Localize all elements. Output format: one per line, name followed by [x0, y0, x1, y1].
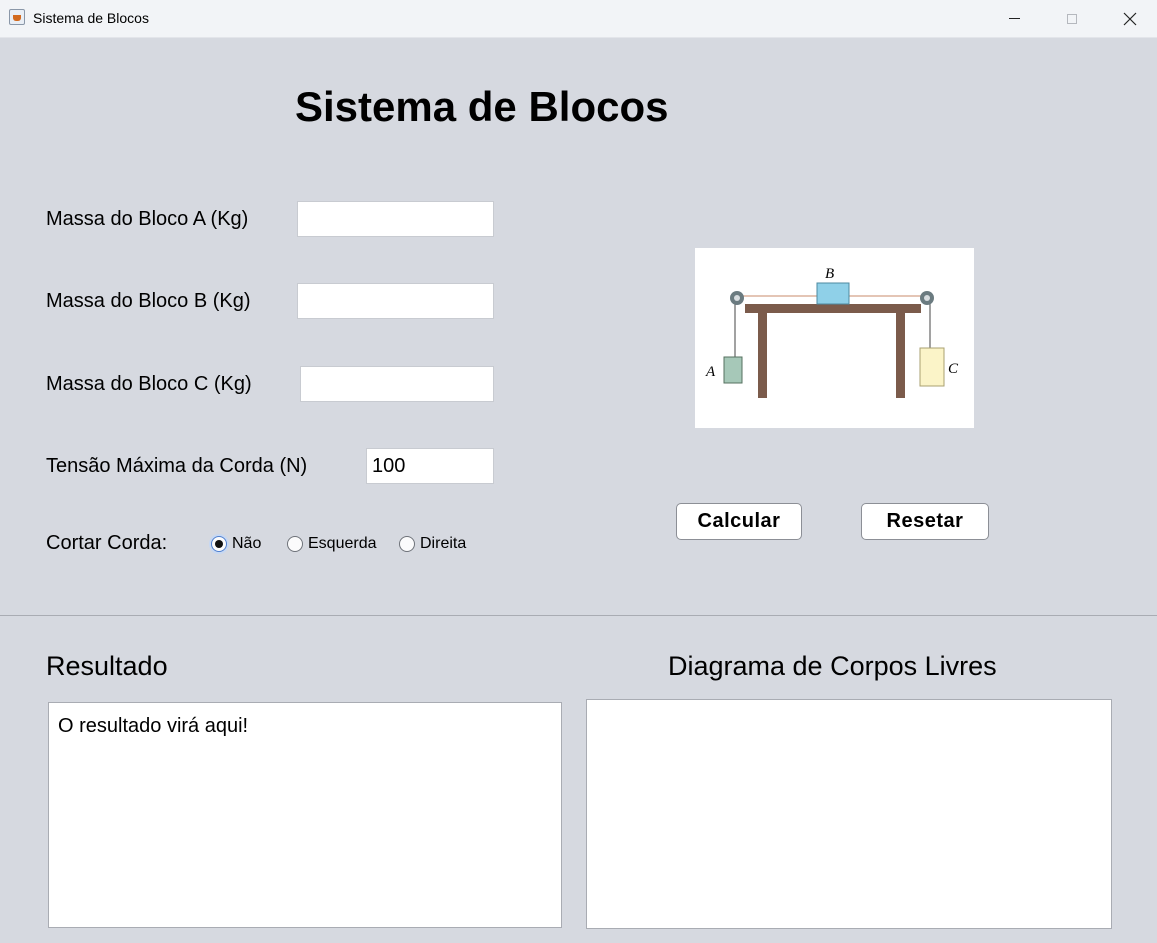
close-icon [1123, 12, 1137, 25]
maximize-icon [1067, 13, 1077, 24]
mass-a-label: Massa do Bloco A (Kg) [46, 208, 249, 230]
java-app-icon [9, 9, 25, 25]
mass-a-input[interactable] [297, 201, 494, 237]
minimize-button[interactable] [985, 0, 1043, 37]
title-bar: Sistema de Blocos [0, 0, 1157, 38]
result-text-area[interactable]: O resultado virá aqui! [48, 702, 562, 928]
result-text: O resultado virá aqui! [58, 715, 249, 737]
blocks-system-figure: B A C [695, 248, 974, 428]
radio-button-icon [211, 536, 227, 552]
tension-input[interactable] [366, 448, 494, 484]
mass-b-input[interactable] [297, 283, 494, 319]
mass-c-input[interactable] [300, 366, 494, 402]
radio-esquerda[interactable]: Esquerda [287, 535, 377, 553]
radio-button-icon [399, 536, 415, 552]
radio-nao-label: Não [232, 535, 262, 552]
window-title: Sistema de Blocos [33, 10, 149, 26]
radio-esquerda-label: Esquerda [308, 535, 377, 552]
cut-rope-label: Cortar Corda: [46, 532, 168, 554]
result-title: Resultado [46, 651, 168, 681]
blocks-diagram-image: B A C [705, 266, 959, 398]
radio-direita-label: Direita [420, 535, 467, 552]
close-button[interactable] [1101, 0, 1157, 37]
radio-nao[interactable]: Não [211, 535, 261, 553]
separator [0, 615, 1157, 616]
mass-c-label: Massa do Bloco C (Kg) [46, 373, 252, 395]
diagram-title: Diagrama de Corpos Livres [668, 651, 997, 681]
page-title: Sistema de Blocos [295, 83, 669, 130]
radio-button-icon [287, 536, 303, 552]
tension-label: Tensão Máxima da Corda (N) [46, 455, 308, 477]
label-b: B [825, 266, 834, 282]
reset-button[interactable]: Resetar [861, 503, 989, 540]
radio-direita[interactable]: Direita [399, 535, 466, 553]
label-c: C [948, 361, 959, 377]
calculate-button[interactable]: Calcular [676, 503, 802, 540]
free-body-diagram-panel [586, 699, 1112, 929]
label-a: A [705, 364, 716, 380]
maximize-button[interactable] [1043, 0, 1101, 37]
mass-b-label: Massa do Bloco B (Kg) [46, 290, 251, 312]
minimize-icon [1008, 18, 1020, 19]
